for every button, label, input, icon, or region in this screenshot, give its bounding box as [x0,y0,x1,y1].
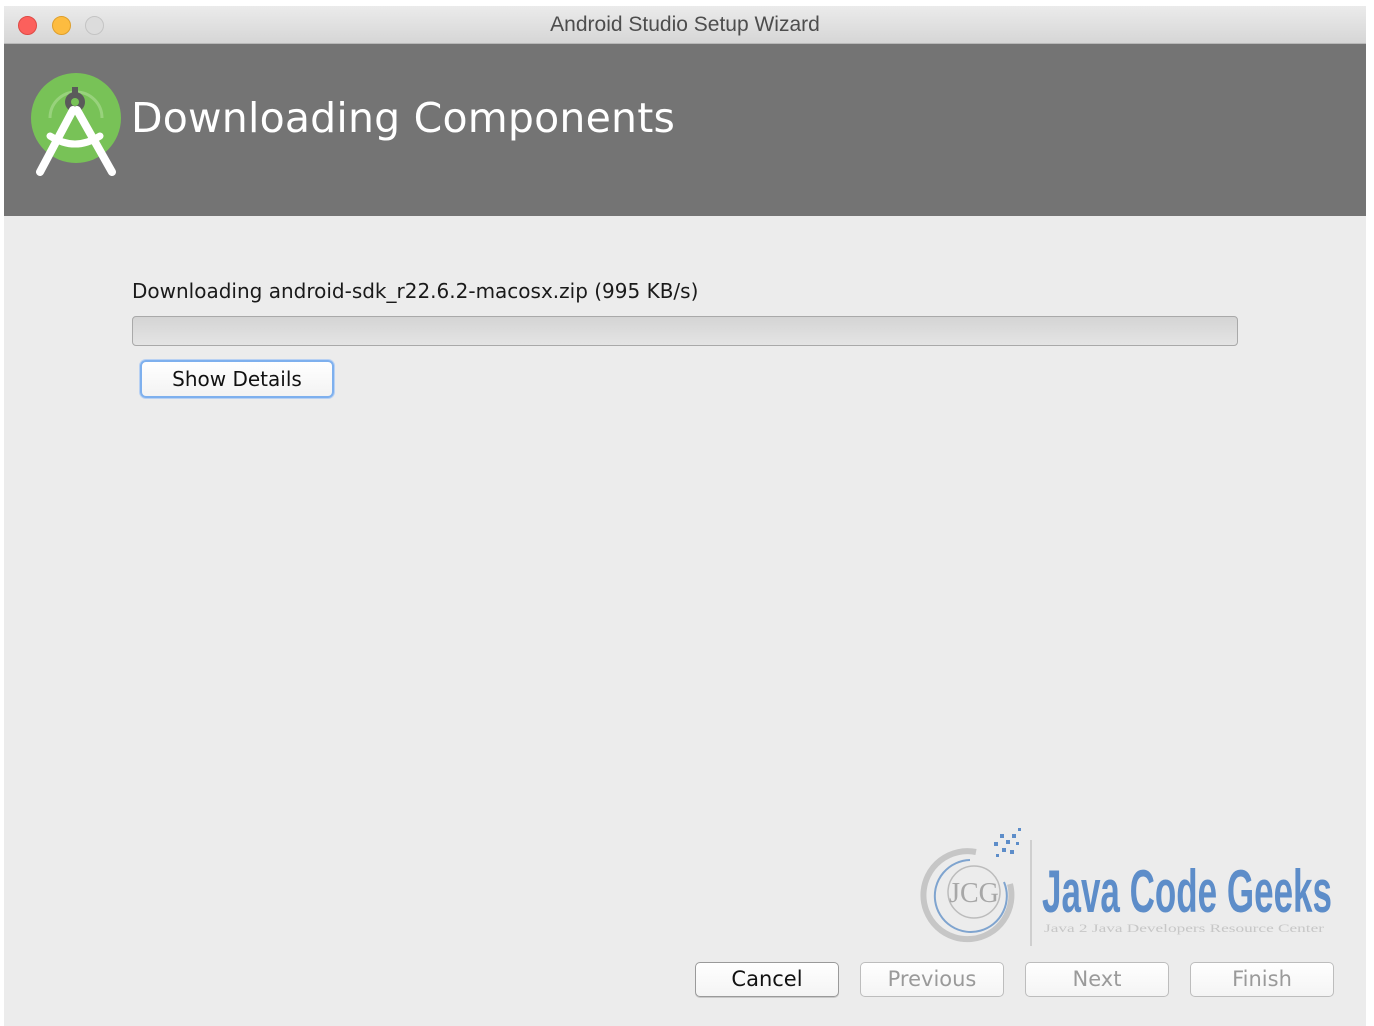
cancel-button[interactable]: Cancel [695,962,839,997]
previous-button[interactable]: Previous [860,962,1004,997]
jcg-badge-text: JCG [949,878,999,909]
wizard-header: Downloading Components [4,44,1366,216]
brand-name-text: Java Code Geeks [1042,858,1332,925]
show-details-button[interactable]: Show Details [140,360,334,398]
finish-button[interactable]: Finish [1190,962,1334,997]
setup-wizard-window: Android Studio Setup Wizard Downloading … [4,6,1366,1026]
java-code-geeks-watermark: JCG Java Code Geeks Java 2 Java Develope… [920,828,1332,946]
brand-tagline-text: Java 2 Java Developers Resource Center [1044,921,1324,935]
android-studio-logo-icon [31,73,121,176]
page-title: Downloading Components [131,94,676,142]
window-title: Android Studio Setup Wizard [550,13,820,36]
title-bar[interactable]: Android Studio Setup Wizard [4,6,1366,44]
next-button[interactable]: Next [1025,962,1169,997]
download-status-text: Downloading android-sdk_r22.6.2-macosx.z… [132,279,699,303]
download-progress-bar [132,316,1238,346]
